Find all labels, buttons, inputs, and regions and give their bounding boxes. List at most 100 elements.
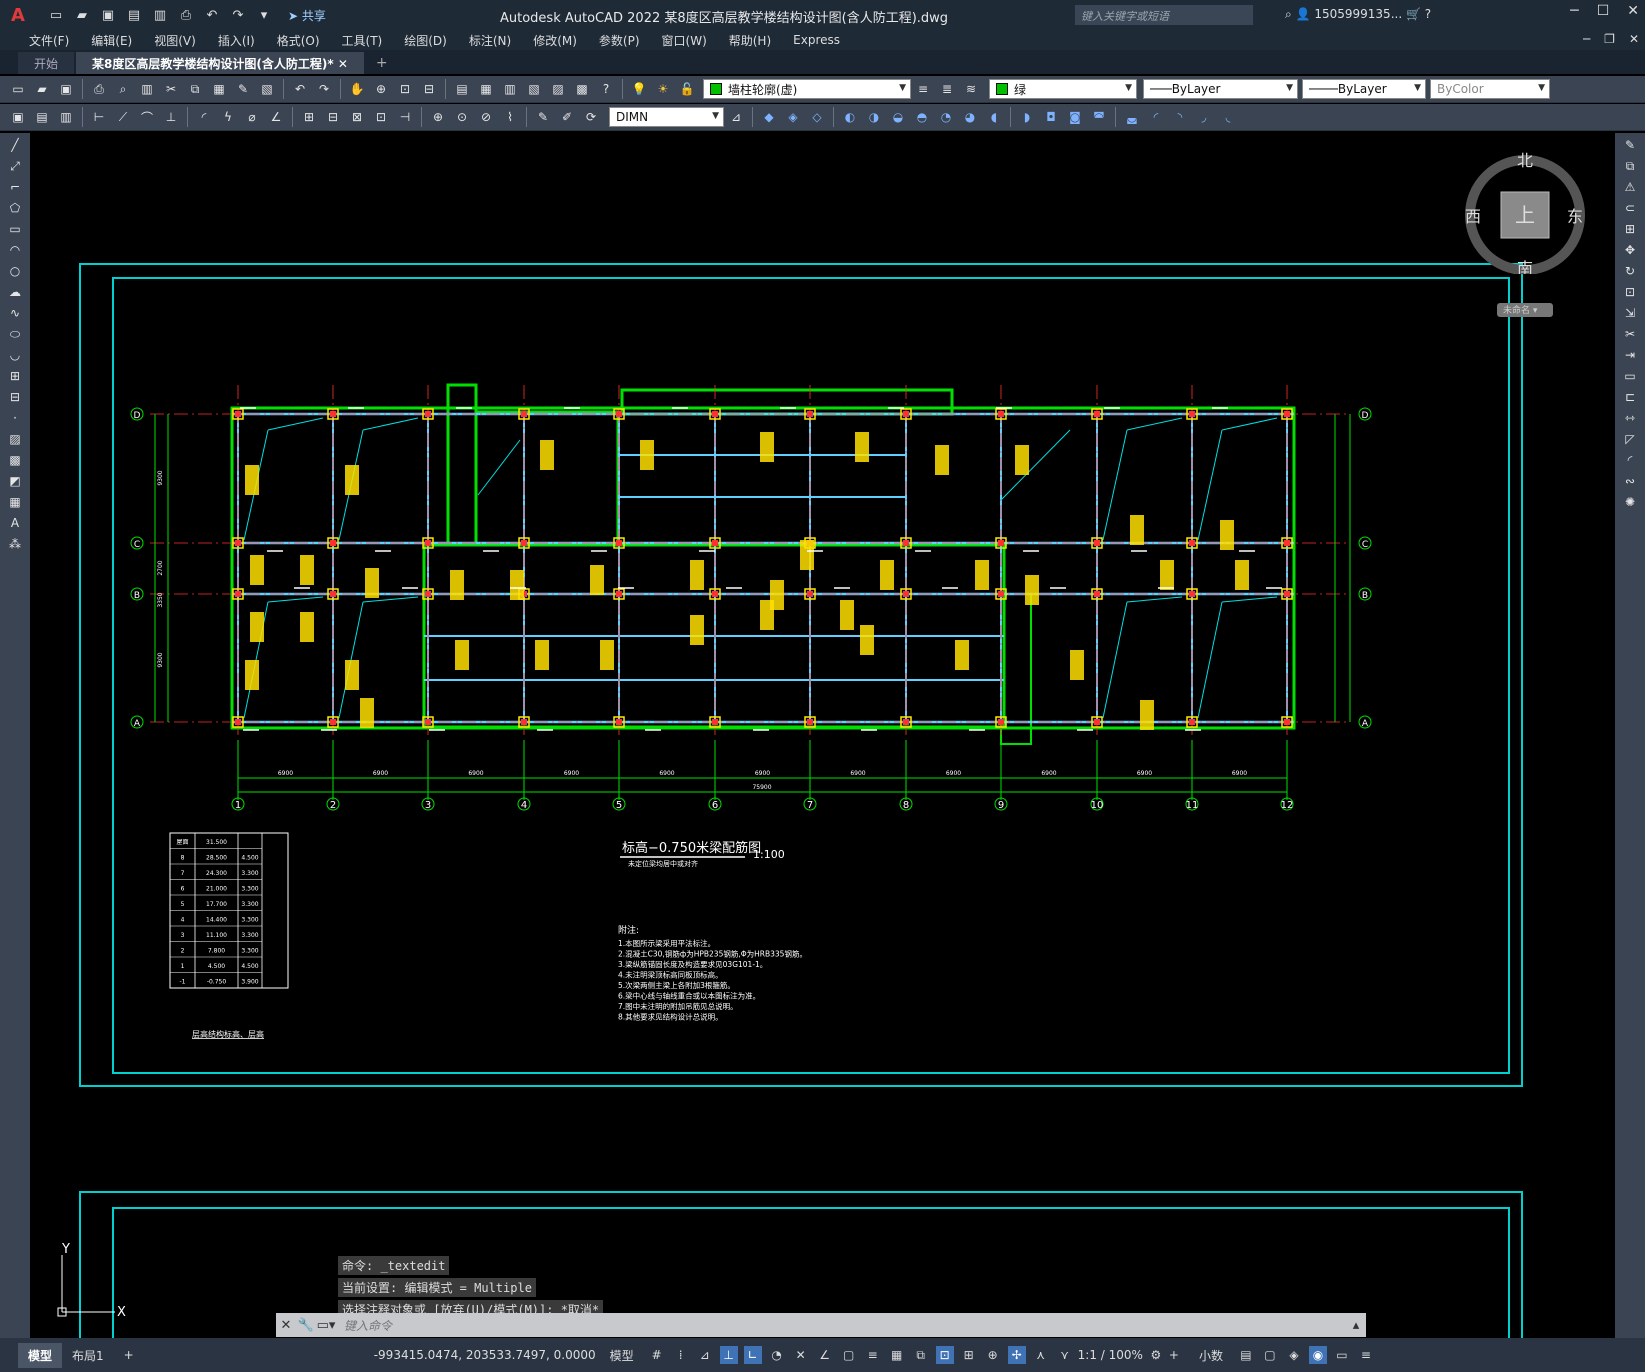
fillet-icon[interactable]: ◜ [1621,451,1639,469]
gizmo-icon[interactable]: ✢ [1007,1346,1026,1364]
center-mark-icon[interactable]: ⊙ [452,107,472,127]
3d-osnap-icon[interactable]: ⊡ [935,1346,954,1364]
color-dropdown[interactable]: 绿 ▼ [989,79,1137,99]
polyline-icon[interactable]: ⌐ [6,178,24,196]
spline-icon[interactable]: ∿ [6,304,24,322]
modify-icon-10[interactable]: ◖ [984,107,1004,127]
modify-icon-19[interactable]: ◟ [1218,107,1238,127]
linear-dim-icon[interactable]: ⊢ [89,107,109,127]
layer-dropdown[interactable]: 墙柱轮廓(虚) ▼ [703,79,911,99]
menu-item[interactable]: 工具(T) [331,32,394,49]
design-center-icon[interactable]: ▦ [476,79,496,99]
break-icon[interactable]: ▭ [1621,367,1639,385]
properties-icon[interactable]: ▤ [452,79,472,99]
baseline-icon[interactable]: ⊟ [323,107,343,127]
print-icon[interactable]: ⎙ [176,5,196,25]
jogged-linear-icon[interactable]: ⌇ [500,107,520,127]
pan-icon[interactable]: ✋ [347,79,367,99]
lock-ui-icon[interactable]: ▢ [1261,1346,1279,1364]
preview-icon[interactable]: ⌕ [113,79,133,99]
array-icon[interactable]: ⊞ [1621,220,1639,238]
menu-item[interactable]: 文件(F) [18,32,80,49]
auto-scale-icon[interactable]: ⋎ [1056,1346,1074,1364]
annotation-scale[interactable]: 1:1 / 100% [1074,1348,1147,1362]
close-icon[interactable]: ✕ [276,1318,296,1333]
cart-icon[interactable]: 🛒 [1406,7,1421,21]
polygon-icon[interactable]: ⬠ [6,199,24,217]
menu-item[interactable]: 编辑(E) [80,32,143,49]
space-icon[interactable]: ⊡ [371,107,391,127]
modify-icon-18[interactable]: ◞ [1194,107,1214,127]
break-icon[interactable]: ⊣ [395,107,415,127]
plus-icon[interactable]: + [1165,1346,1183,1364]
search-icon[interactable]: ⌕ [1285,7,1292,21]
customize-icon[interactable]: ▾ [254,5,274,25]
new-icon[interactable]: ▭ [46,5,66,25]
modify-icon-12[interactable]: ◘ [1041,107,1061,127]
mirror-icon[interactable]: ⚠ [1621,178,1639,196]
ordinate-icon[interactable]: ⊥ [161,107,181,127]
wrench-icon[interactable]: 🔧 [296,1318,316,1333]
menu-item[interactable]: 帮助(H) [718,32,782,49]
table-icon[interactable]: ▦ [6,493,24,511]
doc-restore-button[interactable]: ❐ [1604,32,1615,46]
modify-icon-9[interactable]: ◕ [960,107,980,127]
region-icon[interactable]: ◩ [6,472,24,490]
linetype-dropdown[interactable]: ─── ByLayer ▼ [1143,79,1298,99]
publish-icon[interactable]: ▥ [150,5,170,25]
customization-icon[interactable]: ≡ [1357,1346,1375,1364]
menu-item[interactable]: 视图(V) [143,32,207,49]
redo-icon[interactable]: ↷ [228,5,248,25]
object-snap-tracking-icon[interactable]: ∠ [816,1346,834,1364]
radius-icon[interactable]: ◜ [194,107,214,127]
new-tab-button[interactable]: + [366,52,398,74]
construction-line-icon[interactable]: ⤢ [6,157,24,175]
viewcube-svg[interactable]: 上 北 南 东 西 [1463,150,1587,278]
lineweight-icon[interactable]: ≡ [864,1346,882,1364]
join-icon[interactable]: ⇿ [1621,409,1639,427]
trim-icon[interactable]: ✂ [1621,325,1639,343]
coordinate-readout[interactable]: -993415.0474, 203533.7497, 0.0000 [374,1348,596,1362]
new-icon[interactable]: ▭ [8,79,28,99]
isolate-objects-icon[interactable]: ◈ [1285,1346,1303,1364]
save-icon[interactable]: ▣ [98,5,118,25]
tab-model[interactable]: 模型 [18,1342,63,1368]
redo-icon[interactable]: ↷ [314,79,334,99]
copy-icon[interactable]: ⧉ [1621,157,1639,175]
dim-text-edit-icon[interactable]: ✐ [557,107,577,127]
menu-item[interactable]: 标注(N) [458,32,522,49]
quick-dim-icon[interactable]: ⊞ [299,107,319,127]
help-icon[interactable]: ? [596,79,616,99]
maximize-button[interactable]: ☐ [1597,3,1610,19]
hatch-icon[interactable]: ▨ [6,430,24,448]
user-account[interactable]: ⌕ 👤 1505999135... 🛒 ? [1285,7,1431,22]
transparency-icon[interactable]: ▦ [888,1346,906,1364]
tab-drawing[interactable]: 某8度区高层教学楼结构设计图(含人防工程)* ✕ [76,52,364,74]
help-icon[interactable]: ? [1425,7,1431,21]
modify-icon-17[interactable]: ◝ [1170,107,1190,127]
erase-icon[interactable]: ✎ [1621,136,1639,154]
move-icon[interactable]: ✥ [1621,241,1639,259]
layer-states-icon[interactable]: ≋ [961,79,981,99]
insert-block-icon[interactable]: ⊞ [6,367,24,385]
menu-item[interactable]: 绘图(D) [393,32,458,49]
app-logo-button[interactable]: A [0,0,36,30]
selection-cycling-icon[interactable]: ⧉ [912,1346,930,1364]
rectangle-icon[interactable]: ▭ [6,220,24,238]
menu-item[interactable]: 修改(M) [522,32,588,49]
annotation-visibility-icon[interactable]: ⋏ [1032,1346,1050,1364]
modify-icon-5[interactable]: ◑ [864,107,884,127]
add-selected-icon[interactable]: ⁂ [6,535,24,553]
close-icon[interactable]: ✕ [338,57,348,71]
modify-icon-8[interactable]: ◔ [936,107,956,127]
break-at-point-icon[interactable]: ⊏ [1621,388,1639,406]
dynamic-ucs-icon[interactable]: ⊞ [960,1346,978,1364]
plot-icon[interactable]: ⎙ [89,79,109,99]
isodraft-icon[interactable]: ✕ [792,1346,810,1364]
explode-icon[interactable]: ✺ [1621,493,1639,511]
undo-icon[interactable]: ↶ [202,5,222,25]
menu-item[interactable]: 参数(P) [588,32,651,49]
gear-icon[interactable]: ⚙ [1147,1346,1165,1364]
drawing-canvas[interactable]: 1 2 3 4 5 6 7 8 9 10 11 12 6900 6900 6900 6900 6900 6900 6… [30,133,1615,1338]
multileader-icon[interactable]: ▥ [56,107,76,127]
